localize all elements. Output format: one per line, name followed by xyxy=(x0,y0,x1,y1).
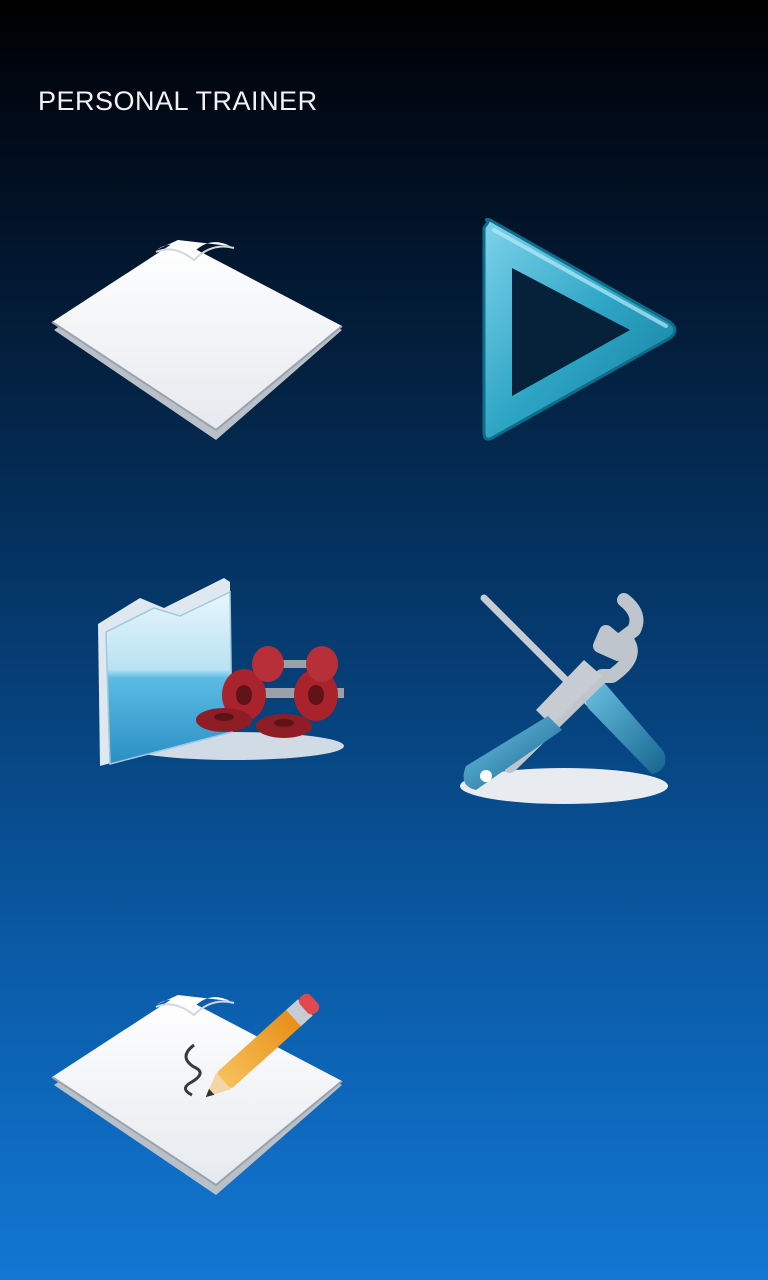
workouts-tile[interactable] xyxy=(84,570,354,780)
folder-dumbbells-icon xyxy=(98,578,344,766)
edit-document-tile[interactable] xyxy=(44,985,354,1205)
settings-tile[interactable] xyxy=(452,580,682,820)
new-document-tile[interactable] xyxy=(44,230,354,450)
document-pencil-icon xyxy=(51,993,343,1195)
play-triangle-icon xyxy=(482,217,677,441)
blank-document-icon xyxy=(51,240,343,440)
wrench-screwdriver-icon xyxy=(460,593,668,804)
play-tile[interactable] xyxy=(470,210,690,450)
app-title: PERSONAL TRAINER xyxy=(38,86,318,116)
